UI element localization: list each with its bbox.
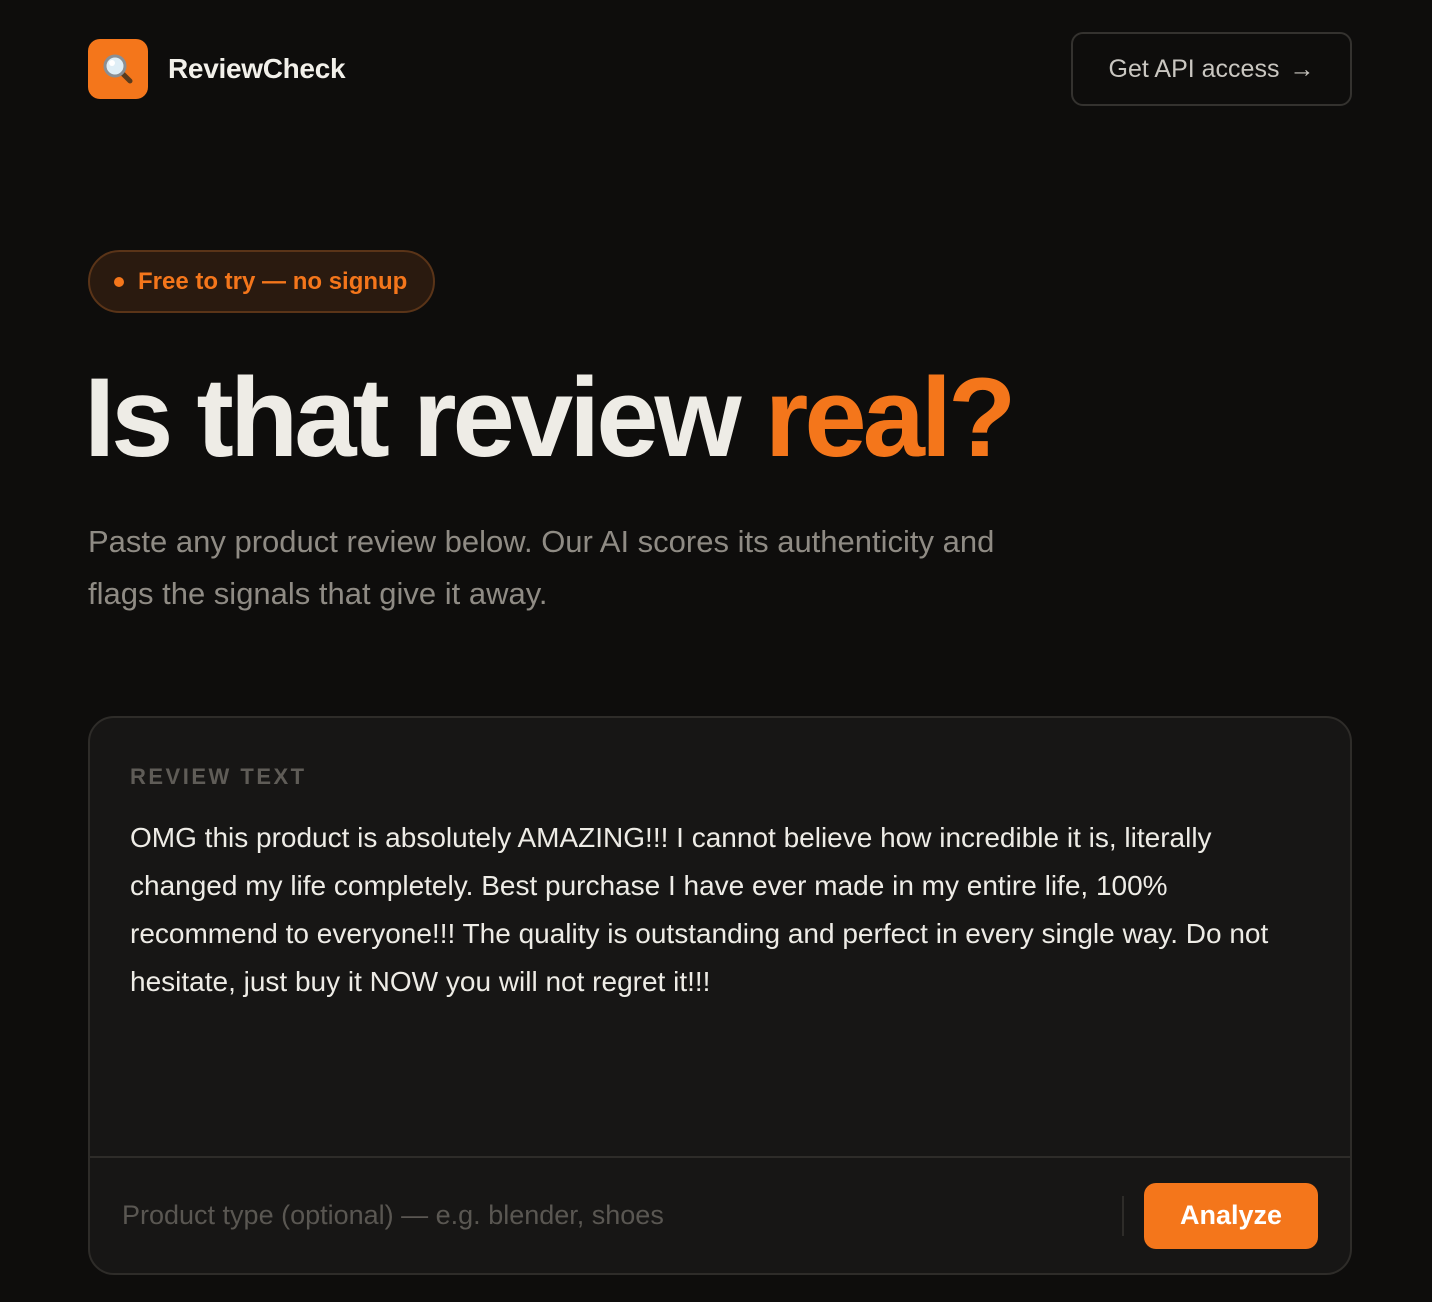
get-api-access-button[interactable]: Get API access → [1071, 32, 1352, 106]
review-textarea[interactable]: OMG this product is absolutely AMAZING!!… [130, 814, 1320, 1144]
top-nav: ReviewCheck Get API access → [88, 32, 1352, 106]
page: ReviewCheck Get API access → Free to try… [0, 0, 1432, 1302]
headline-main: Is that review [84, 355, 765, 480]
brand[interactable]: ReviewCheck [88, 39, 346, 99]
subtitle: Paste any product review below. Our AI s… [88, 524, 995, 611]
dot-icon [114, 276, 124, 287]
free-badge: Free to try — no signup [88, 250, 436, 313]
product-type-input[interactable] [122, 1185, 1102, 1246]
brand-name: ReviewCheck [168, 53, 346, 84]
divider [1122, 1195, 1124, 1236]
review-text-label: REVIEW TEXT [130, 764, 307, 789]
card-footer: Analyze [90, 1156, 1350, 1273]
badge-text: Free to try — no signup [138, 267, 408, 295]
analyze-button[interactable]: Analyze [1144, 1182, 1318, 1249]
magnifying-glass-icon [103, 54, 133, 84]
arrow-right-icon: → [1289, 54, 1315, 83]
review-card: REVIEW TEXT OMG this product is absolute… [88, 716, 1352, 1275]
api-button-label: Get API access [1108, 54, 1280, 83]
headline-accent: real? [764, 355, 1017, 480]
logo [88, 39, 148, 99]
page-title: Is that review real? [84, 355, 1017, 480]
